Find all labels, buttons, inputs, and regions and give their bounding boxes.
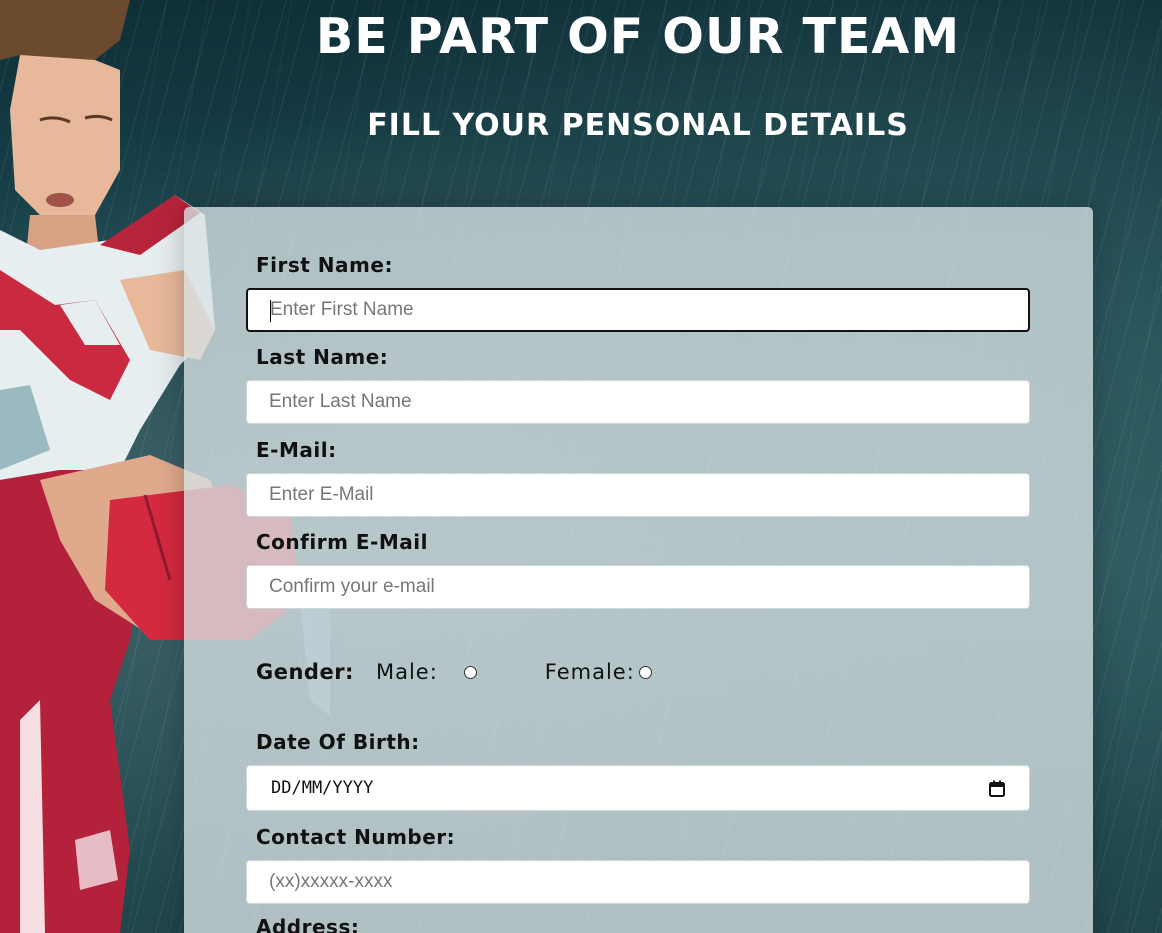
gender-group: Gender: Male: Female: bbox=[256, 659, 652, 685]
last-name-input[interactable] bbox=[246, 380, 1030, 424]
gender-label: Gender: bbox=[256, 660, 354, 684]
dob-input[interactable]: DD/MM/YYYY bbox=[246, 765, 1030, 811]
text-cursor bbox=[270, 300, 271, 322]
first-name-input[interactable] bbox=[246, 288, 1030, 332]
calendar-icon[interactable] bbox=[989, 780, 1005, 797]
gender-male-label: Male: bbox=[375, 660, 438, 684]
first-name-label: First Name: bbox=[256, 253, 393, 277]
confirm-email-label: Confirm E-Mail bbox=[256, 530, 428, 554]
gender-male-radio[interactable] bbox=[463, 665, 477, 679]
confirm-email-input[interactable] bbox=[246, 565, 1030, 609]
contact-number-input[interactable] bbox=[246, 860, 1030, 904]
dob-placeholder: DD/MM/YYYY bbox=[271, 778, 374, 798]
email-label: E-Mail: bbox=[256, 438, 337, 462]
dob-label: Date Of Birth: bbox=[256, 730, 420, 754]
page-subtitle: FILL YOUR PENSONAL DETAILS bbox=[367, 108, 909, 143]
email-input[interactable] bbox=[246, 473, 1030, 517]
page-title: BE PART OF OUR TEAM bbox=[315, 8, 961, 65]
last-name-label: Last Name: bbox=[256, 345, 389, 369]
address-label: Address: bbox=[256, 915, 360, 933]
contact-number-label: Contact Number: bbox=[256, 825, 456, 849]
gender-female-label: Female: bbox=[544, 660, 635, 684]
gender-female-radio[interactable] bbox=[638, 665, 652, 679]
registration-form: First Name: Last Name: E-Mail: Confirm E… bbox=[184, 207, 1093, 933]
page: BE PART OF OUR TEAM FILL YOUR PENSONAL D… bbox=[0, 0, 1162, 933]
